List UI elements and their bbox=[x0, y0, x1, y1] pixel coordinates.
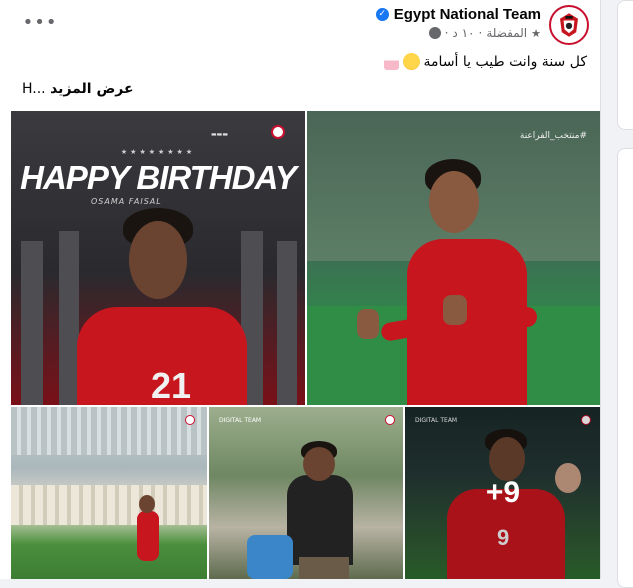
photo-training[interactable]: #منتخب_الفراعنة bbox=[307, 111, 600, 405]
temple-pillar bbox=[59, 231, 79, 405]
temple-pillar bbox=[21, 241, 43, 405]
federation-logo-icon bbox=[551, 7, 587, 43]
see-more-button[interactable]: عرض المزيد bbox=[50, 81, 133, 97]
birthday-stars: ★★★★★★★★ bbox=[120, 148, 196, 156]
luggage-bag bbox=[247, 535, 293, 579]
federation-logo-icon bbox=[185, 415, 195, 425]
player-head bbox=[129, 221, 187, 299]
page-name-row: ✓ Egypt National Team bbox=[375, 6, 541, 23]
see-more-row: H... عرض المزيد bbox=[22, 81, 134, 97]
sponsor-logo-icon: ▬▬▬ bbox=[211, 131, 229, 138]
temple-pillar bbox=[277, 241, 297, 405]
player-jacket bbox=[287, 475, 353, 565]
more-photos-overlay[interactable]: +9 bbox=[405, 407, 600, 579]
page-name-link[interactable]: Egypt National Team bbox=[394, 6, 541, 23]
player-trousers bbox=[299, 557, 349, 579]
stadium-wall bbox=[11, 485, 207, 525]
hashtag-label: #منتخب_الفراعنة bbox=[519, 131, 587, 141]
federation-logo-icon bbox=[271, 125, 285, 139]
post-text: كل سنة وانت طيب يا أسامة bbox=[383, 53, 587, 70]
photo-birthday-graphic[interactable]: ▬▬▬ ★★★★★★★★ HAPPY BIRTHDAY OSAMA FAISAL… bbox=[11, 111, 305, 405]
federation-logo-icon bbox=[385, 415, 395, 425]
crowd-stands bbox=[11, 407, 207, 455]
thumbs-up-hand bbox=[357, 309, 379, 339]
page-avatar[interactable] bbox=[549, 5, 589, 45]
photo-travel[interactable]: DIGITAL TEAM bbox=[209, 407, 403, 579]
globe-icon bbox=[428, 27, 441, 39]
birthday-cake-emoji-icon bbox=[383, 53, 399, 70]
birthday-title: HAPPY BIRTHDAY bbox=[20, 159, 297, 196]
see-more-prefix: H... bbox=[22, 81, 46, 97]
favorites-star-icon: ★ bbox=[531, 26, 541, 40]
party-face-emoji-icon bbox=[402, 53, 420, 70]
shirt-number: 21 bbox=[151, 365, 192, 405]
birthday-player-name: OSAMA FAISAL bbox=[91, 197, 162, 206]
post-text-body: كل سنة وانت طيب يا أسامة bbox=[423, 53, 587, 70]
player-head bbox=[139, 495, 155, 513]
side-card bbox=[617, 0, 633, 130]
thumbs-up-hand bbox=[443, 295, 467, 325]
player-head bbox=[303, 447, 335, 481]
post-time[interactable]: ١٠ د bbox=[452, 26, 474, 40]
more-photos-count: +9 bbox=[485, 476, 521, 509]
post-meta: ★ المفضلة · ١٠ د · bbox=[428, 26, 541, 40]
player-head bbox=[429, 171, 479, 233]
post-card: ••• ✓ Egypt National Team ★ المفضلة · ١٠… bbox=[0, 0, 601, 579]
meta-separator: · bbox=[478, 26, 483, 40]
photo-match[interactable]: DIGITAL TEAM 9 +9 bbox=[405, 407, 600, 579]
player-arm bbox=[475, 307, 537, 327]
post-options-button[interactable]: ••• bbox=[23, 12, 57, 33]
photo-stadium[interactable] bbox=[11, 407, 207, 579]
post-audience[interactable]: المفضلة bbox=[486, 26, 527, 40]
player-figure bbox=[137, 511, 159, 561]
side-card bbox=[617, 148, 633, 588]
verified-badge-icon: ✓ bbox=[375, 8, 389, 21]
ellipsis-icon: ••• bbox=[22, 11, 58, 33]
digital-team-label: DIGITAL TEAM bbox=[219, 417, 262, 424]
meta-separator: · bbox=[444, 26, 449, 40]
